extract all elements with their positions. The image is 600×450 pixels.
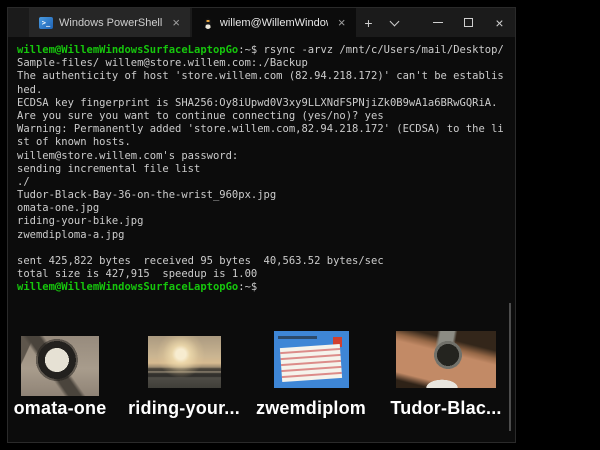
linux-tux-icon	[202, 16, 214, 30]
terminal-line: sending incremental file list	[17, 163, 507, 176]
tab-label: willem@WillemWindowsSurfac	[220, 17, 328, 29]
terminal-line: hed.	[17, 84, 507, 97]
terminal-line: willem@WillemWindowsSurfaceLaptopGo:~$	[17, 281, 507, 294]
terminal-line: willem@WillemWindowsSurfaceLaptopGo:~$ r…	[17, 44, 507, 57]
tudor-black-bay-watch-thumbnail[interactable]	[396, 331, 496, 388]
close-button[interactable]: ×	[484, 8, 515, 37]
windows-terminal-window: >_ Windows PowerShell × willem@WillemWin…	[7, 7, 516, 443]
minimize-button[interactable]	[422, 8, 453, 37]
tab-label: Windows PowerShell	[59, 17, 162, 29]
tab-dropdown-button[interactable]	[382, 8, 408, 37]
maximize-icon	[464, 18, 473, 27]
terminal-line: ./	[17, 176, 507, 189]
terminal-line: willem@store.willem.com's password:	[17, 150, 507, 163]
tab-close-icon[interactable]: ×	[336, 16, 348, 29]
terminal-line: zwemdiploma-a.jpg	[17, 229, 507, 242]
terminal-line	[17, 242, 507, 255]
omata-one-thumbnail[interactable]	[21, 336, 99, 396]
terminal-line: riding-your-bike.jpg	[17, 215, 507, 228]
terminal-line: Tudor-Black-Bay-36-on-the-wrist_960px.jp…	[17, 189, 507, 202]
terminal-line: Warning: Permanently added 'store.willem…	[17, 123, 507, 136]
tab-close-icon[interactable]: ×	[170, 16, 182, 29]
tab-windows-powershell[interactable]: >_ Windows PowerShell ×	[29, 8, 190, 37]
thumbnail-label: zwemdiplom	[256, 398, 366, 419]
scrollbar-thumb[interactable]	[509, 303, 511, 431]
tab-wsl-session[interactable]: willem@WillemWindowsSurfac ×	[192, 8, 356, 37]
titlebar-drag-area	[408, 8, 422, 37]
titlebar: >_ Windows PowerShell × willem@WillemWin…	[8, 8, 515, 37]
terminal-line: Are you sure you want to continue connec…	[17, 110, 507, 123]
terminal-line: sent 425,822 bytes received 95 bytes 40,…	[17, 255, 507, 268]
terminal-line: The authenticity of host 'store.willem.c…	[17, 70, 507, 83]
maximize-button[interactable]	[453, 8, 484, 37]
new-tab-button[interactable]: +	[356, 8, 382, 37]
thumbnail-label: Tudor-Blac...	[390, 398, 501, 419]
thumbnail-label: riding-your...	[128, 398, 240, 419]
terminal-output[interactable]: willem@WillemWindowsSurfaceLaptopGo:~$ r…	[17, 44, 507, 295]
terminal-line: total size is 427,915 speedup is 1.00	[17, 268, 507, 281]
terminal-line: st of known hosts.	[17, 136, 507, 149]
thumbnail-label: omata-one	[14, 398, 107, 419]
titlebar-left-padding	[8, 8, 29, 37]
chevron-down-icon	[390, 16, 400, 26]
minimize-icon	[433, 22, 443, 23]
riding-your-bike-thumbnail[interactable]	[148, 336, 221, 388]
powershell-icon: >_	[39, 17, 53, 29]
zwemdiploma-thumbnail[interactable]	[274, 331, 349, 388]
terminal-line: omata-one.jpg	[17, 202, 507, 215]
terminal-line: ECDSA key fingerprint is SHA256:Oy8iUpwd…	[17, 97, 507, 110]
terminal-line: Sample-files/ willem@store.willem.com:./…	[17, 57, 507, 70]
